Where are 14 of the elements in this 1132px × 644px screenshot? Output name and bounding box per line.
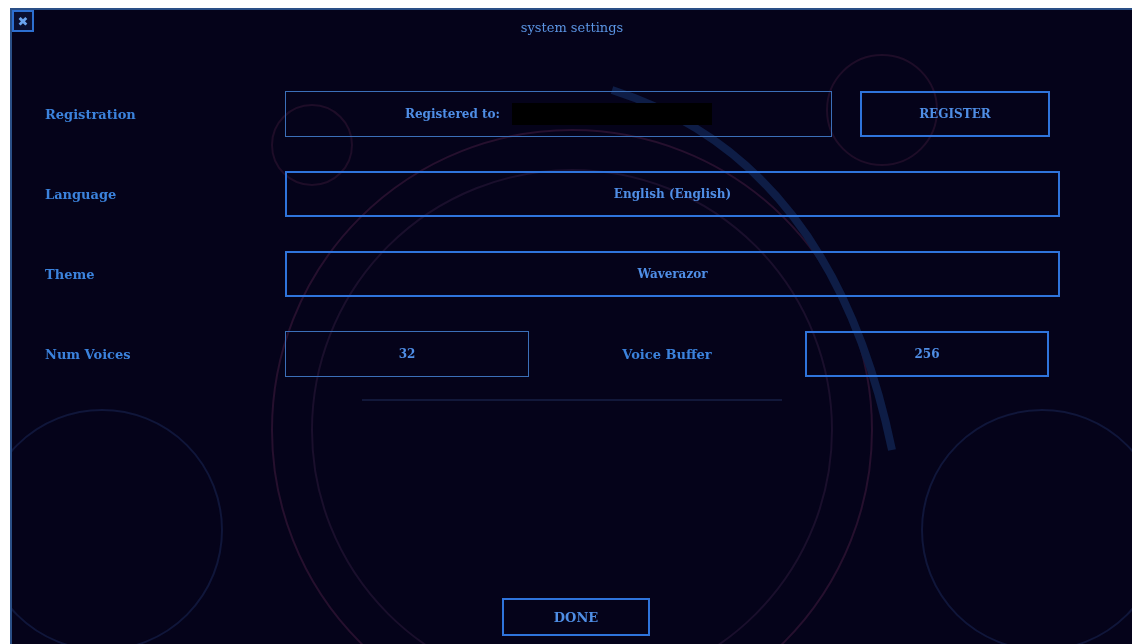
field-label: Language xyxy=(45,186,118,202)
language-selector[interactable]: English (English) xyxy=(285,171,1060,217)
registration-field: Registered to: xyxy=(285,91,832,137)
theme-selector[interactable]: Waverazor xyxy=(285,251,1060,297)
field-label: Registration xyxy=(45,106,137,122)
field-label: Voice Buffer xyxy=(621,346,713,362)
done-button[interactable]: DONE xyxy=(502,598,650,636)
voice-buffer-field[interactable]: 256 xyxy=(805,331,1049,377)
num-voices-field[interactable]: 32 xyxy=(285,331,529,377)
window-title: system settings xyxy=(520,19,624,35)
close-button[interactable]: ✖ xyxy=(12,10,34,32)
register-button[interactable]: REGISTER xyxy=(860,91,1050,137)
field-label: Theme xyxy=(45,266,96,282)
field-label: Num Voices xyxy=(45,346,132,362)
